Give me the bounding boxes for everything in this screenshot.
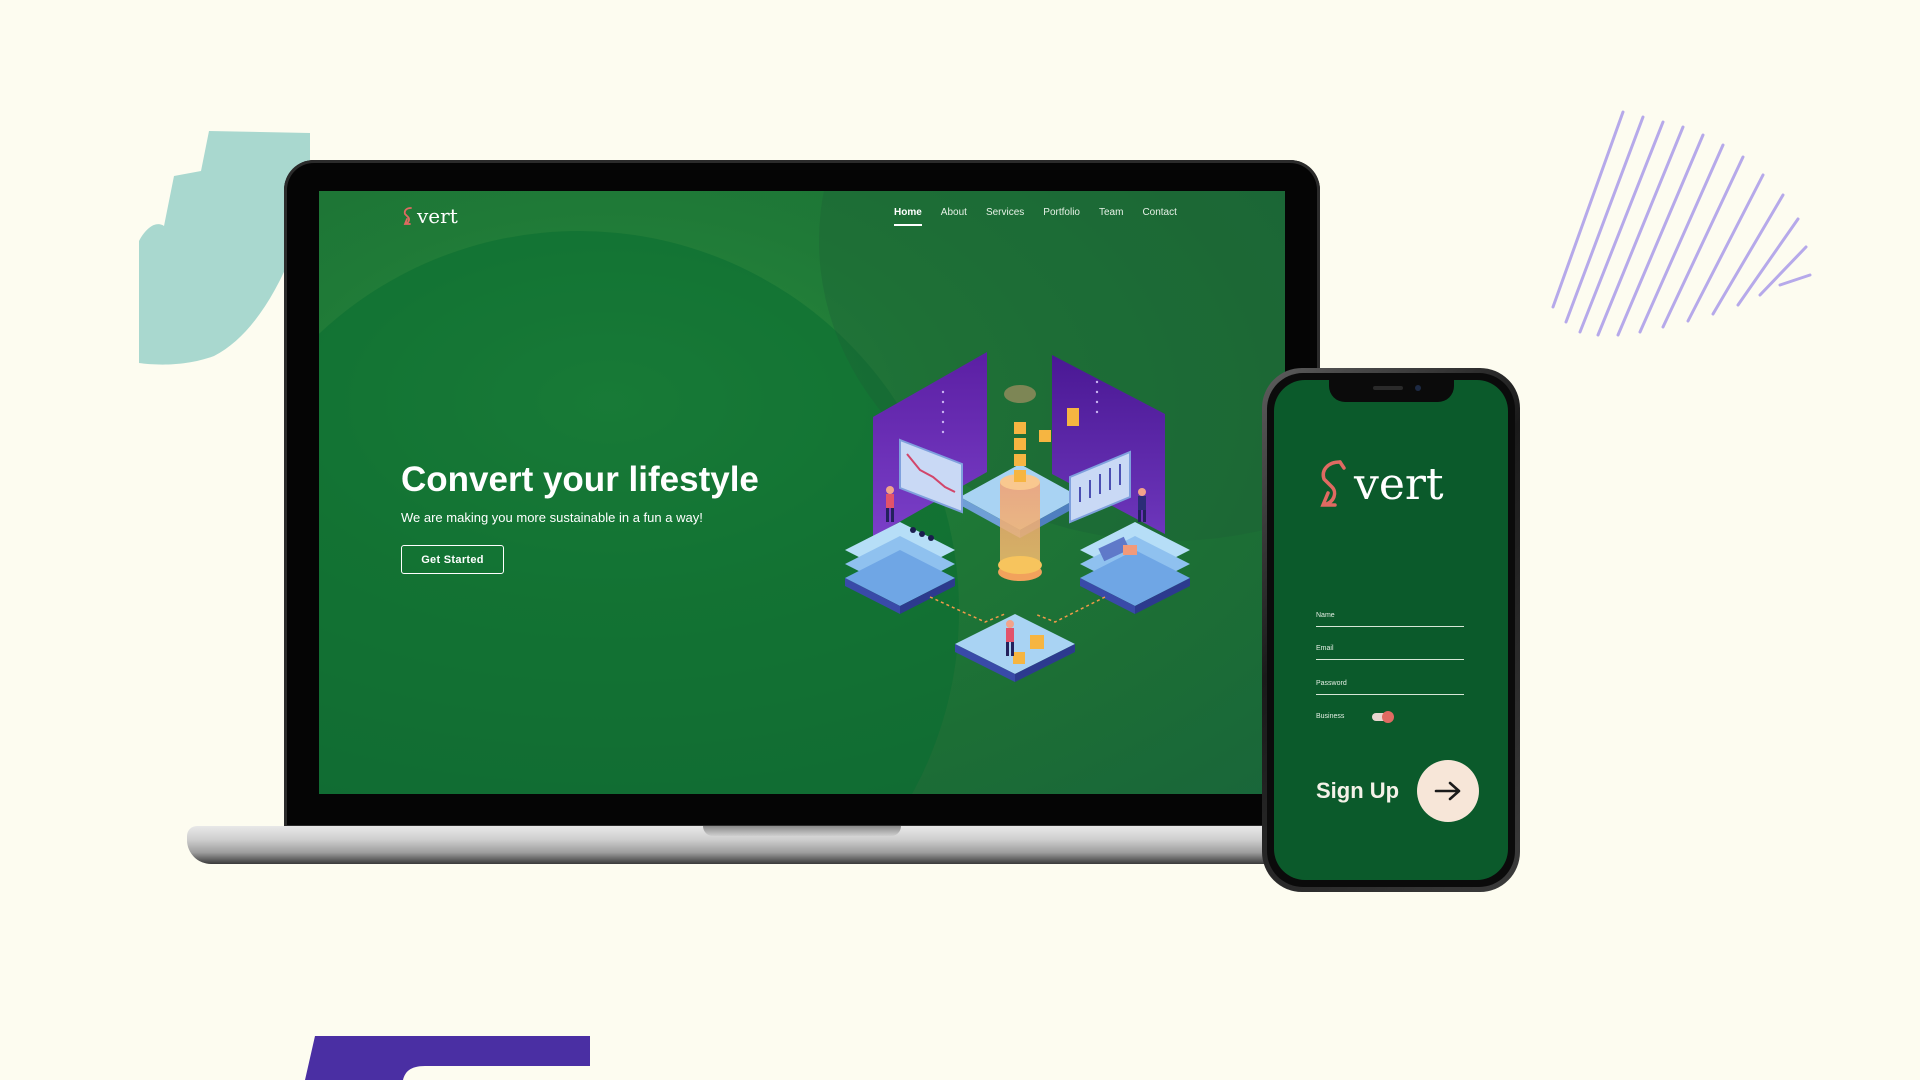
laptop-hinge-notch <box>703 826 901 836</box>
recycle-swirl-icon <box>403 207 412 225</box>
nav-contact[interactable]: Contact <box>1142 207 1176 226</box>
toggle-knob <box>1382 711 1394 723</box>
recycle-swirl-icon <box>1320 460 1346 507</box>
isometric-data-illustration <box>845 352 1190 682</box>
get-started-button[interactable]: Get Started <box>401 545 504 574</box>
sign-up-button[interactable] <box>1417 760 1479 822</box>
sign-up-label: Sign Up <box>1316 778 1400 803</box>
business-toggle-label: Business <box>1316 713 1345 720</box>
nav-home[interactable]: Home <box>894 207 922 226</box>
showcase-canvas: vert Home About Services Portfolio Team … <box>0 0 1920 1080</box>
phone-notch <box>1329 380 1454 402</box>
site-logo-text: vert <box>417 204 458 228</box>
site-nav: Home About Services Portfolio Team Conta… <box>894 207 1177 226</box>
nav-services[interactable]: Services <box>986 207 1024 226</box>
phone-speaker <box>1373 386 1403 390</box>
nav-team[interactable]: Team <box>1099 207 1123 226</box>
purple-block-decoration <box>305 1036 590 1080</box>
password-field[interactable]: Password <box>1316 678 1464 695</box>
name-field[interactable]: Name <box>1316 610 1464 627</box>
email-field-label: Email <box>1316 645 1334 652</box>
hero-title: Convert your lifestyle <box>401 460 759 499</box>
email-field[interactable]: Email <box>1316 643 1464 660</box>
name-field-label: Name <box>1316 612 1335 619</box>
hatch-lines-decoration <box>1551 110 1812 337</box>
hero-subtitle: We are making you more sustainable in a … <box>401 510 703 525</box>
business-toggle[interactable] <box>1372 711 1394 723</box>
phone-camera <box>1415 385 1421 391</box>
arrow-right-icon <box>1434 781 1461 801</box>
password-field-label: Password <box>1316 680 1347 687</box>
site-logo[interactable]: vert <box>403 204 458 228</box>
nav-about[interactable]: About <box>941 207 967 226</box>
app-logo-text: vert <box>1354 458 1444 510</box>
app-logo: vert <box>1318 458 1444 510</box>
nav-portfolio[interactable]: Portfolio <box>1043 207 1080 226</box>
